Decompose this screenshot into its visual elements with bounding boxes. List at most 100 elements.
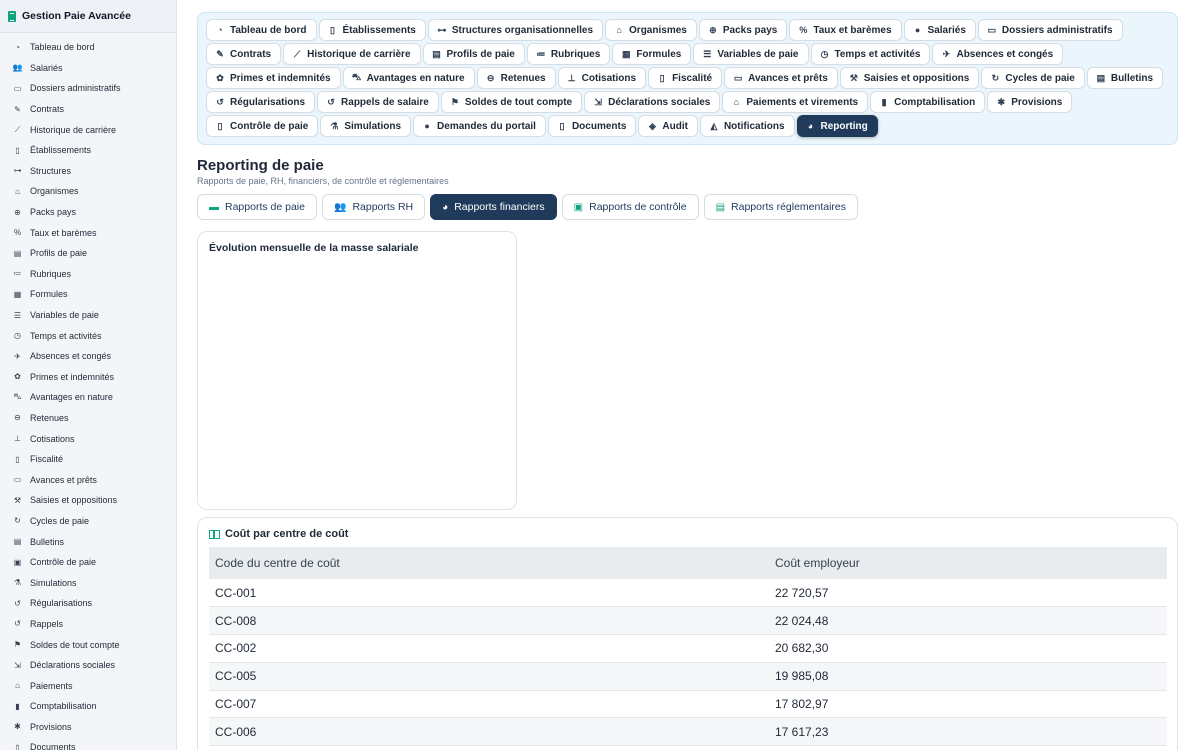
- tab-rapports-de-contr-le[interactable]: ▣ Rapports de contrôle: [561, 194, 699, 220]
- nav-money-check-button[interactable]: ▭ Avances et prêts: [724, 67, 838, 89]
- nav-folder-button[interactable]: ▭ Dossiers administratifs: [977, 19, 1123, 41]
- table-row[interactable]: CC-007 17 802,97: [209, 690, 1167, 719]
- nav-clock-button[interactable]: ◷ Temps et activités: [810, 43, 931, 65]
- sidebar-item-money-check[interactable]: ▭ Avances et prêts: [0, 469, 176, 490]
- nav-minus-circle-button[interactable]: ⊖ Retenues: [476, 67, 556, 89]
- nav-book-button[interactable]: ▮ Comptabilisation: [870, 91, 986, 113]
- employer-cost: 19 985,08: [769, 662, 1167, 691]
- nav-institution-button[interactable]: ⌂ Organismes: [605, 19, 697, 41]
- sidebar-item-history[interactable]: ↺ Rappels: [0, 614, 176, 635]
- nav-receipt-button[interactable]: ▤ Bulletins: [1086, 67, 1164, 89]
- nav-car-button[interactable]: ⛍ Avantages en nature: [342, 67, 475, 89]
- nav-plane-button[interactable]: ✈ Absences et congés: [932, 43, 1064, 65]
- table-row[interactable]: CC-001 22 720,57: [209, 579, 1167, 608]
- nav-button-label: Saisies et oppositions: [863, 72, 970, 84]
- sidebar-item-plane[interactable]: ✈ Absences et congés: [0, 346, 176, 367]
- nav-dashboard-button[interactable]: ◔ Tableau de bord: [206, 19, 317, 41]
- sidebar-item-book[interactable]: ▮ Comptabilisation: [0, 696, 176, 717]
- sidebar-item-users[interactable]: 👥 Salariés: [0, 58, 176, 79]
- nav-flask-button[interactable]: ⚗ Simulations: [320, 115, 412, 137]
- nav-undo-button[interactable]: ↺ Régularisations: [206, 91, 316, 113]
- table-row[interactable]: CC-008 22 024,48: [209, 606, 1167, 636]
- nav-sync-button[interactable]: ↻ Cycles de paie: [981, 67, 1085, 89]
- sidebar-item-sitemap[interactable]: ⊶ Structures: [0, 161, 176, 182]
- nav-user-button[interactable]: ● Salariés: [903, 19, 976, 41]
- sidebar-item-label: Rubriques: [30, 268, 72, 279]
- sidebar-item-file-invoice[interactable]: ▯ Fiscalité: [0, 449, 176, 470]
- folder-icon: ▭: [987, 24, 997, 35]
- sidebar-item-file[interactable]: ▯ Documents: [0, 737, 176, 750]
- sidebar-item-flask[interactable]: ⚗ Simulations: [0, 572, 176, 593]
- nav-button-label: Régularisations: [230, 96, 306, 108]
- table-row[interactable]: CC-002 20 682,30: [209, 634, 1167, 663]
- sidebar-item-list[interactable]: ≔ Rubriques: [0, 264, 176, 285]
- nav-chart-line-button[interactable]: ⟋ Historique de carrière: [283, 43, 421, 65]
- sidebar-item-id-card[interactable]: ▤ Profils de paie: [0, 243, 176, 264]
- tab-rapports-rh[interactable]: 👥 Rapports RH: [321, 194, 426, 220]
- sidebar-item-bank[interactable]: ⌂ Paiements: [0, 675, 176, 696]
- sidebar-item-undo[interactable]: ↺ Régularisations: [0, 593, 176, 614]
- table-row[interactable]: CC-006 17 617,23: [209, 717, 1167, 747]
- tab-rapports-r-glementaires[interactable]: ▤ Rapports réglementaires: [703, 194, 859, 220]
- sidebar-item-hand-coins[interactable]: ⊥ Cotisations: [0, 428, 176, 449]
- sidebar-item-gift[interactable]: ✿ Primes et indemnités: [0, 367, 176, 388]
- nav-history-button[interactable]: ↺ Rappels de salaire: [317, 91, 439, 113]
- sidebar-item-dashboard[interactable]: ◔ Tableau de bord: [0, 37, 176, 58]
- nav-file-export-button[interactable]: ⇲ Déclarations sociales: [584, 91, 721, 113]
- sidebar-item-chart-line[interactable]: ⟋ Historique de carrière: [0, 119, 176, 140]
- nav-hand-coins-button[interactable]: ⊥ Cotisations: [557, 67, 647, 89]
- table-row[interactable]: CC-005 19 985,08: [209, 662, 1167, 691]
- nav-piggy-bank-button[interactable]: ✱ Provisions: [987, 91, 1073, 113]
- sidebar-item-clock[interactable]: ◷ Temps et activités: [0, 325, 176, 346]
- sidebar-item-sliders[interactable]: ☰ Variables de paie: [0, 305, 176, 326]
- nav-gift-button[interactable]: ✿ Primes et indemnités: [206, 67, 341, 89]
- sidebar-item-car[interactable]: ⛍ Avantages en nature: [0, 387, 176, 408]
- sidebar-item-receipt[interactable]: ▤ Bulletins: [0, 531, 176, 552]
- sidebar-item-flag-checkered[interactable]: ⚑ Soldes de tout compte: [0, 634, 176, 655]
- sidebar-item-percent[interactable]: % Taux et barèmes: [0, 222, 176, 243]
- column-header[interactable]: Code du centre de coût: [209, 547, 769, 579]
- nav-flag-checkered-button[interactable]: ⚑ Soldes de tout compte: [440, 91, 583, 113]
- sidebar-item-institution[interactable]: ⌂ Organismes: [0, 181, 176, 202]
- sidebar-item-label: Saisies et oppositions: [30, 495, 118, 506]
- sliders-icon: ☰: [13, 310, 22, 320]
- sidebar-item-label: Dossiers administratifs: [30, 83, 121, 94]
- nav-bank-button[interactable]: ⌂ Paiements et virements: [722, 91, 869, 113]
- nav-sliders-button[interactable]: ☰ Variables de paie: [693, 43, 809, 65]
- app-brand[interactable]: Gestion Paie Avancée: [0, 0, 176, 33]
- nav-clipboard-check-button[interactable]: ▯ Contrôle de paie: [206, 115, 319, 137]
- sidebar-item-globe[interactable]: ⊕ Packs pays: [0, 202, 176, 223]
- nav-building-button[interactable]: ▯ Établissements: [318, 19, 426, 41]
- sidebar-item-file-export[interactable]: ⇲ Déclarations sociales: [0, 655, 176, 676]
- tab-rapports-financiers[interactable]: ◕ Rapports financiers: [430, 194, 557, 220]
- nav-calculator-button[interactable]: ▦ Formules: [612, 43, 692, 65]
- file-export-icon: ⇲: [14, 660, 21, 670]
- sidebar-item-minus-circle[interactable]: ⊖ Retenues: [0, 408, 176, 429]
- tab-rapports-de-paie[interactable]: ▬ Rapports de paie: [197, 194, 317, 220]
- nav-contract-button[interactable]: ✎ Contrats: [206, 43, 282, 65]
- nav-percent-button[interactable]: % Taux et barèmes: [789, 19, 902, 41]
- nav-file-button[interactable]: ▯ Documents: [547, 115, 637, 137]
- nav-globe-button[interactable]: ⊕ Packs pays: [698, 19, 788, 41]
- nav-comment-button[interactable]: ● Demandes du portail: [413, 115, 546, 137]
- sidebar-item-clipboard-check[interactable]: ▣ Contrôle de paie: [0, 552, 176, 573]
- nav-sitemap-button[interactable]: ⊶ Structures organisationnelles: [427, 19, 604, 41]
- nav-gavel-button[interactable]: ⚒ Saisies et oppositions: [839, 67, 980, 89]
- sidebar-item-folder[interactable]: ▭ Dossiers administratifs: [0, 78, 176, 99]
- nav-list-button[interactable]: ≔ Rubriques: [526, 43, 611, 65]
- nav-file-invoice-button[interactable]: ▯ Fiscalité: [648, 67, 723, 89]
- nav-id-card-button[interactable]: ▤ Profils de paie: [422, 43, 525, 65]
- sidebar-item-building[interactable]: ▯ Établissements: [0, 140, 176, 161]
- sidebar-item-calculator[interactable]: ▦ Formules: [0, 284, 176, 305]
- column-header[interactable]: Coût employeur: [769, 547, 1167, 579]
- nav-shield-button[interactable]: ◈ Audit: [638, 115, 698, 137]
- sidebar-item-contract[interactable]: ✎ Contrats: [0, 99, 176, 120]
- sidebar-item-gavel[interactable]: ⚒ Saisies et oppositions: [0, 490, 176, 511]
- nav-bell-button[interactable]: ◭ Notifications: [699, 115, 795, 137]
- sidebar-item-label: Soldes de tout compte: [30, 639, 120, 650]
- book-icon: ▮: [15, 701, 20, 711]
- sidebar-item-piggy-bank[interactable]: ✱ Provisions: [0, 717, 176, 738]
- nav-pie-chart-button[interactable]: ◕ Reporting: [796, 115, 878, 137]
- employer-cost: 20 682,30: [769, 634, 1167, 663]
- sidebar-item-sync[interactable]: ↻ Cycles de paie: [0, 511, 176, 532]
